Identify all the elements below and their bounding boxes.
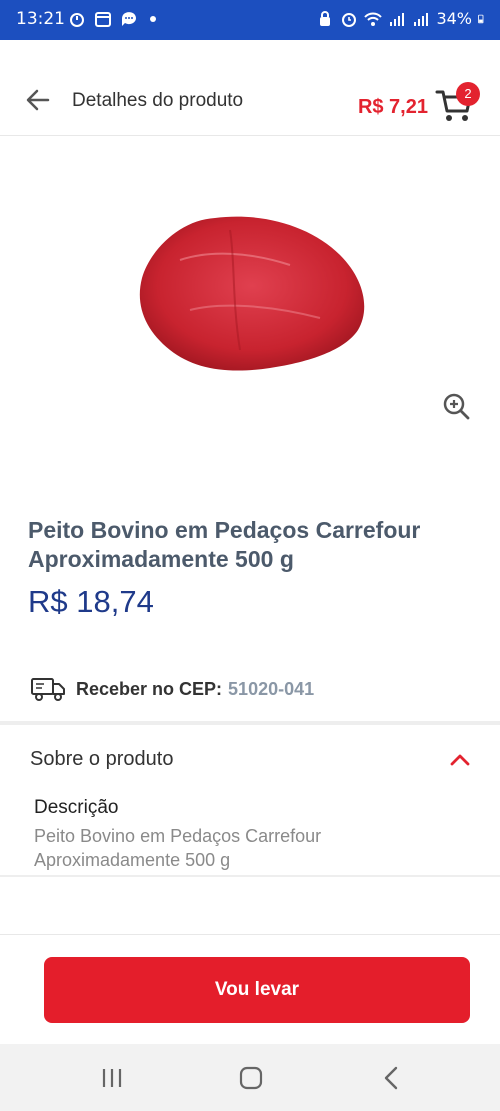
delivery-label: Receber no CEP:: [76, 678, 223, 699]
back-arrow-icon[interactable]: [22, 84, 54, 116]
product-price: R$ 18,74: [28, 584, 154, 619]
section-divider: [0, 875, 500, 877]
cart-count-badge: 2: [456, 82, 480, 106]
delivery-cep-row[interactable]: Receber no CEP: 51020-041: [30, 674, 314, 704]
status-bar: 13:21 34%: [0, 0, 500, 40]
status-time: 13:21: [16, 9, 65, 29]
delivery-truck-icon: [31, 678, 65, 701]
delivery-cep[interactable]: 51020-041: [228, 679, 314, 700]
description-text: Peito Bovino em Pedaços Carrefour Aproxi…: [34, 826, 322, 870]
section-divider: [0, 721, 500, 725]
signal-icon-1: [390, 12, 405, 26]
add-to-cart-button[interactable]: Vou levar: [44, 957, 470, 1023]
cart-total[interactable]: R$ 7,21: [358, 96, 428, 119]
back-icon[interactable]: [376, 1062, 408, 1094]
alarm-icon: [342, 12, 357, 27]
status-notification-icons: [68, 10, 156, 28]
about-product-title[interactable]: Sobre o produto: [30, 748, 173, 771]
chat-icon: [122, 12, 136, 26]
page-title: Detalhes do produto: [72, 90, 244, 111]
app-header: Detalhes do produto R$ 7,21 2: [0, 40, 500, 136]
calendar-icon: [95, 12, 111, 27]
product-name: Peito Bovino em Pedaços Carrefour Aproxi…: [28, 517, 421, 572]
battery-icon: [478, 14, 484, 23]
system-nav-bar: [0, 1044, 500, 1111]
status-system-icons: 34%: [316, 9, 488, 28]
signal-icon-2: [414, 12, 429, 26]
chevron-up-icon[interactable]: [448, 750, 472, 770]
product-image[interactable]: [120, 190, 380, 390]
description-title: Descrição: [34, 797, 119, 818]
timer-icon: [70, 13, 84, 27]
alarm-lock-icon: [320, 10, 331, 26]
wifi-icon: [364, 12, 383, 26]
home-icon[interactable]: [235, 1062, 267, 1094]
battery-percent: 34%: [436, 9, 472, 28]
zoom-in-icon[interactable]: [440, 390, 472, 422]
footer-divider: [0, 934, 500, 935]
more-notifications-dot: [150, 16, 156, 22]
recent-apps-icon[interactable]: [96, 1062, 128, 1094]
